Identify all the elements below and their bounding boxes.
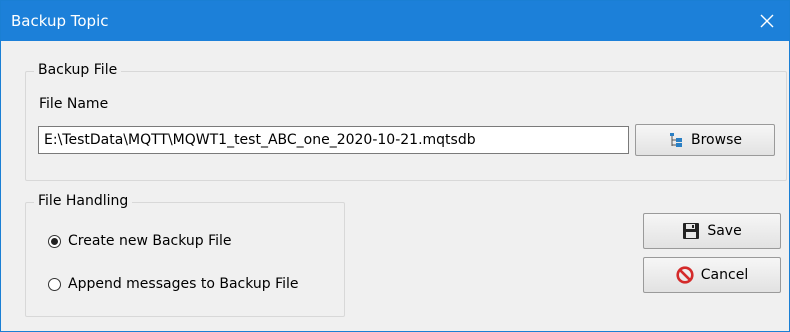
file-name-label: File Name (39, 96, 109, 112)
backup-topic-dialog: Backup Topic Backup File File Name Brows… (0, 0, 790, 332)
window-title: Backup Topic (11, 12, 109, 30)
browse-label: Browse (691, 132, 742, 148)
save-button[interactable]: Save (643, 213, 781, 249)
close-icon (760, 14, 774, 28)
backup-file-group-label: Backup File (34, 62, 122, 78)
append-messages-option[interactable]: Append messages to Backup File (48, 276, 299, 292)
floppy-disk-icon (683, 223, 700, 239)
save-label: Save (707, 223, 742, 239)
backup-file-group: Backup File File Name Browse (25, 62, 787, 181)
folder-tree-icon (670, 133, 682, 147)
browse-button[interactable]: Browse (635, 124, 775, 156)
create-new-backup-label: Create new Backup File (68, 233, 232, 249)
radio-selected-dot (51, 237, 58, 245)
cancel-label: Cancel (700, 267, 749, 283)
no-entry-icon (676, 266, 694, 284)
radio-button[interactable] (48, 277, 61, 291)
cancel-button[interactable]: Cancel (643, 257, 781, 293)
file-handling-group: File Handling Create new Backup File App… (25, 193, 345, 317)
title-bar: Backup Topic (1, 1, 789, 41)
radio-button[interactable] (48, 234, 61, 248)
append-messages-label: Append messages to Backup File (68, 276, 299, 292)
create-new-backup-option[interactable]: Create new Backup File (48, 233, 232, 249)
file-handling-group-label: File Handling (34, 193, 133, 209)
close-button[interactable] (745, 1, 789, 41)
file-name-input[interactable] (38, 126, 629, 154)
